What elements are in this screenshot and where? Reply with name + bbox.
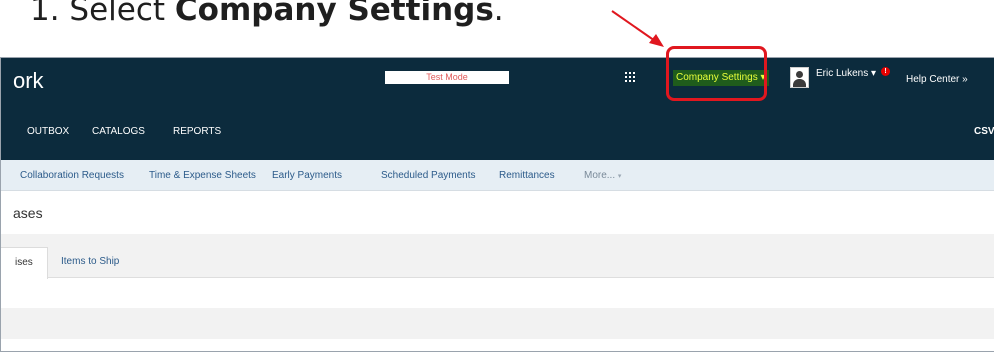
pointer-arrow-icon [611, 10, 664, 47]
